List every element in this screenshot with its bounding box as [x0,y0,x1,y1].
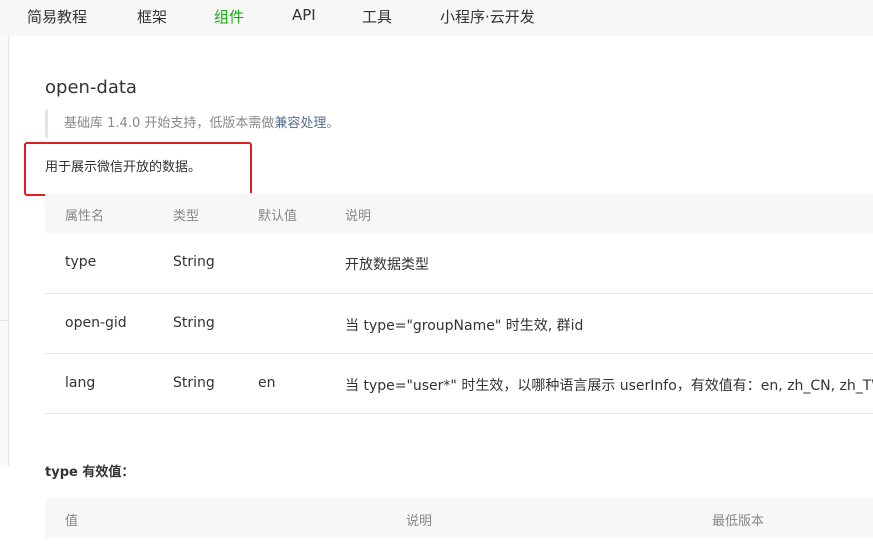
nav-item-cloud[interactable]: 小程序·云开发 [440,6,535,27]
attribute-table: 属性名 类型 默认值 说明 type String 开放数据类型 open-gi… [45,193,873,414]
version-note-suffix: 。 [326,116,340,131]
table-header: 值 说明 最低版本 [45,498,873,538]
header-description: 说明 [406,514,433,529]
cell-description: 当 type="user*" 时生效，以哪种语言展示 userInfo，有效值有… [345,378,873,394]
table-row: type String 开放数据类型 [45,233,873,294]
sidebar-divider [0,320,8,321]
cell-description: 开放数据类型 [345,257,429,273]
type-values-table: 值 说明 最低版本 [45,498,873,538]
nav-item-framework[interactable]: 框架 [137,6,167,27]
cell-default: en [258,375,276,391]
header-attr-name: 属性名 [65,209,105,224]
header-value: 值 [65,514,79,529]
version-note-text: 基础库 1.4.0 开始支持，低版本需做 [64,116,275,131]
top-nav: 简易教程 框架 组件 API 工具 小程序·云开发 [0,0,873,36]
nav-item-api[interactable]: API [292,6,316,24]
cell-attr-name: lang [65,375,96,391]
cell-type: String [173,375,215,391]
cell-description: 当 type="groupName" 时生效, 群id [345,318,584,334]
cell-type: String [173,254,215,270]
type-values-heading: type 有效值： [45,465,135,480]
cell-attr-name: open-gid [65,315,127,331]
version-note: 基础库 1.4.0 开始支持，低版本需做兼容处理。 [45,110,339,138]
cell-type: String [173,315,215,331]
header-type: 类型 [173,209,200,224]
table-row: lang String en 当 type="user*" 时生效，以哪种语言展… [45,354,873,414]
cell-attr-name: type [65,254,97,270]
header-description: 说明 [345,209,372,224]
table-row: open-gid String 当 type="groupName" 时生效, … [45,294,873,354]
nav-item-tutorial[interactable]: 简易教程 [27,6,87,27]
nav-item-tools[interactable]: 工具 [362,6,392,27]
sidebar-edge [0,36,9,466]
nav-item-components[interactable]: 组件 [214,6,244,27]
compat-link[interactable]: 兼容处理 [274,116,326,131]
header-default: 默认值 [258,209,298,224]
page-title: open-data [45,77,137,98]
highlight-box [24,142,252,196]
header-min-version: 最低版本 [712,514,765,529]
table-header: 属性名 类型 默认值 说明 [45,193,873,233]
